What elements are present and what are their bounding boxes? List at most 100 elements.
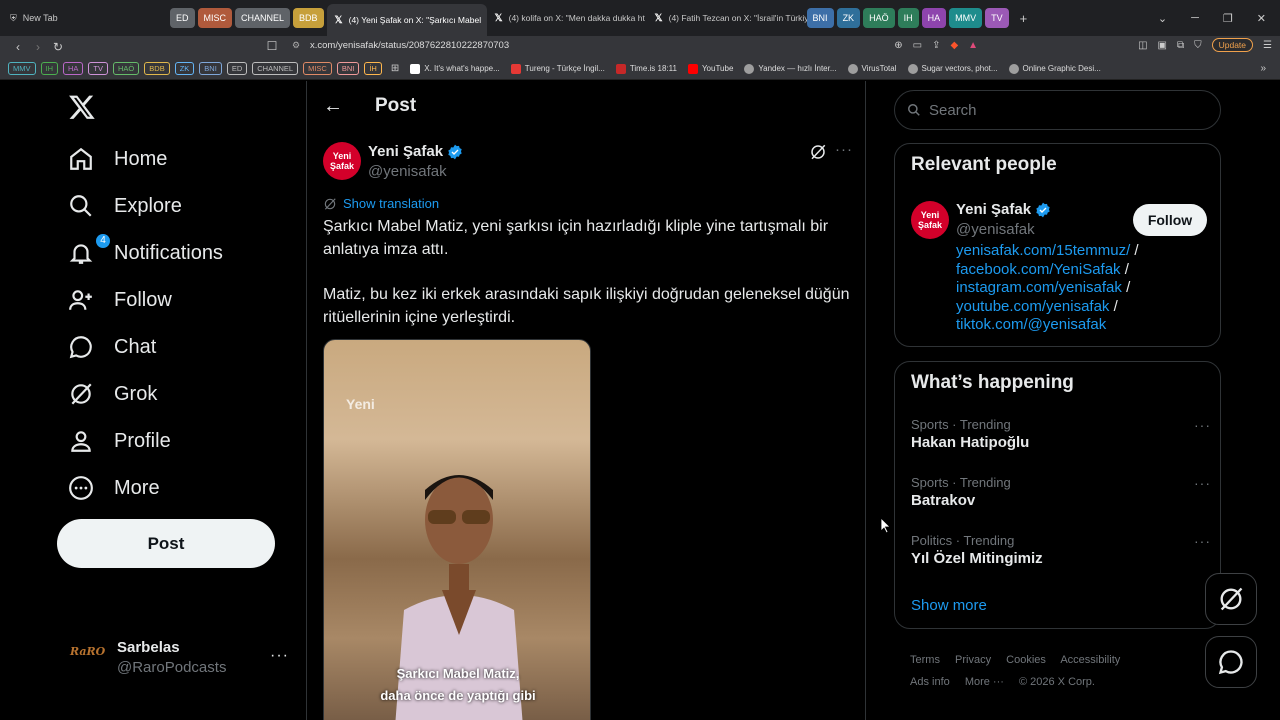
bookmark-item[interactable]: Sugar vectors, phot... [907, 63, 998, 74]
tab-group-mmv[interactable]: MMV [949, 8, 983, 28]
tab[interactable]: 𝕏 (4) Fatih Tezcan on X: "İsrail'in Türk… [647, 4, 807, 32]
x-logo-icon[interactable] [68, 93, 96, 121]
minimize-icon[interactable]: ─ [1191, 12, 1199, 25]
bookmark-group-ih[interactable]: IH [40, 62, 58, 75]
more-dots-icon[interactable]: ··· [835, 141, 853, 158]
footer-link[interactable]: Accessibility [1060, 654, 1120, 666]
footer-link[interactable]: More ··· [965, 676, 1004, 688]
person-handle[interactable]: @yenisafak [956, 221, 1035, 238]
trend-item[interactable]: Politics · Trending Yıl Özel Mitingimiz … [911, 533, 1211, 567]
tab-group-hao[interactable]: HAÖ [863, 8, 895, 28]
brave-shield-icon[interactable]: ◆ [950, 40, 958, 51]
search-box[interactable] [894, 90, 1221, 130]
bookmark-item[interactable]: Time.is 18:11 [615, 63, 677, 74]
tab-group-bni[interactable]: BNI [806, 8, 834, 28]
nav-item-home[interactable]: Home [68, 146, 167, 172]
new-tab[interactable]: ⛨ New Tab [0, 0, 170, 36]
footer-link[interactable]: Ads info [910, 676, 950, 688]
more-dots-icon[interactable]: ··· [1194, 533, 1211, 549]
tab-group-ih[interactable]: IH [897, 8, 919, 28]
person-name-row[interactable]: Yeni Şafak [956, 201, 1051, 218]
author-name-row[interactable]: Yeni Şafak [368, 143, 463, 160]
post-button[interactable]: Post [57, 519, 275, 568]
grok-icon[interactable] [809, 143, 827, 161]
back-arrow-icon[interactable]: ← [323, 95, 343, 118]
bookmark-group-bdb[interactable]: BDB [144, 62, 170, 75]
tab-group-tv[interactable]: TV [985, 8, 1009, 28]
bookmark-item[interactable]: Online Graphic Desi... [1008, 63, 1101, 74]
avatar[interactable]: Yeni Şafak [911, 201, 949, 239]
chevron-right-icon[interactable]: » [1260, 63, 1266, 74]
apps-grid-icon[interactable]: ⊞ [391, 63, 399, 74]
bookmark-item[interactable]: VirusTotal [847, 63, 897, 74]
bookmark-group-bni-2[interactable]: BNI [336, 62, 360, 75]
tab-search-chevron-icon[interactable]: ⌄ [1158, 12, 1167, 25]
new-tab-plus-icon[interactable]: + [1020, 11, 1028, 26]
bookmark-group-ih-2[interactable]: İH [364, 62, 382, 75]
bookmark-group-ha[interactable]: HA [63, 62, 84, 75]
forward-icon[interactable]: › [28, 40, 48, 54]
bio-link[interactable]: yenisafak.com/15temmuz/ [956, 242, 1130, 259]
bookmark-group-tv[interactable]: TV [88, 62, 109, 75]
follow-button[interactable]: Follow [1133, 204, 1207, 236]
more-dots-icon[interactable]: ··· [270, 647, 289, 665]
trend-item[interactable]: Sports · Trending Hakan Hatipoğlu ··· [911, 417, 1211, 451]
search-input[interactable] [929, 101, 1189, 119]
more-dots-icon[interactable]: ··· [1194, 475, 1211, 491]
bio-link[interactable]: instagram.com/yenisafak [956, 279, 1122, 296]
bio-link[interactable]: facebook.com/YeniSafak [956, 261, 1121, 278]
bookmark-group-channel[interactable]: CHANNEL [252, 62, 299, 75]
bookmark-icon[interactable]: ☐ [262, 39, 282, 53]
site-info-icon[interactable]: ⚙ [292, 40, 300, 51]
author-handle[interactable]: @yenisafak [368, 163, 447, 180]
update-button[interactable]: Update [1211, 38, 1254, 52]
extensions-icon[interactable]: ⧉ [1177, 40, 1184, 51]
bio-link[interactable]: tiktok.com/@yenisafak [956, 316, 1106, 333]
more-dots-icon[interactable]: ··· [1194, 417, 1211, 433]
tab[interactable]: 𝕏 (4) kolifa on X: "Men dakka dukka ht [487, 4, 647, 32]
footer-link[interactable]: Privacy [955, 654, 991, 666]
nav-item-more[interactable]: More [68, 475, 160, 501]
chat-fab-button[interactable] [1205, 636, 1257, 688]
footer-link[interactable]: Terms [910, 654, 940, 666]
brave-rewards-icon[interactable]: ▲ [968, 40, 978, 51]
trend-item[interactable]: Sports · Trending Batrakov ··· [911, 475, 1211, 509]
nav-item-chat[interactable]: Chat [68, 334, 156, 360]
nav-item-profile[interactable]: Profile [68, 428, 171, 454]
grok-fab-button[interactable] [1205, 573, 1257, 625]
tab-group-bdb[interactable]: BDB [293, 8, 324, 28]
share-icon[interactable]: ⇪ [932, 40, 940, 51]
nav-item-notifications[interactable]: 4 Notifications [68, 234, 223, 266]
account-switcher[interactable]: RaRO Sarbelas @RaroPodcasts ··· [70, 637, 290, 681]
author-avatar[interactable]: Yeni Şafak [323, 142, 361, 180]
tab-group-ha[interactable]: HA [921, 8, 947, 28]
bookmark-group-mmv[interactable]: MMV [8, 62, 36, 75]
bookmark-group-zk[interactable]: ZK [174, 62, 195, 75]
url-field[interactable]: x.com/yenisafak/status/20876228102228707… [310, 40, 509, 51]
bookmark-group-bni[interactable]: BNI [199, 62, 222, 75]
nav-item-explore[interactable]: Explore [68, 193, 182, 219]
nav-item-grok[interactable]: Grok [68, 381, 157, 407]
bookmark-group-hao[interactable]: HAÖ [113, 62, 140, 75]
reload-icon[interactable]: ↻ [48, 40, 68, 54]
nav-item-follow[interactable]: Follow [68, 287, 172, 313]
tab-group-zk[interactable]: ZK [836, 8, 861, 28]
tab-group-misc[interactable]: MISC [197, 8, 233, 28]
vpn-icon[interactable]: ⛉ [1194, 40, 1202, 51]
post-media-video[interactable]: Yeni Şarkıcı Mabel Matiz, daha önce de y… [323, 339, 591, 720]
cast-icon[interactable]: ▭ [913, 40, 922, 51]
show-more-link[interactable]: Show more [911, 597, 987, 614]
menu-icon[interactable]: ☰ [1263, 40, 1272, 51]
back-icon[interactable]: ‹ [8, 40, 28, 54]
footer-link[interactable]: Cookies [1006, 654, 1046, 666]
bookmark-item[interactable]: X. It's what's happe... [410, 63, 500, 74]
close-window-icon[interactable]: ✕ [1257, 12, 1266, 25]
wallet-icon[interactable]: ▣ [1158, 40, 1167, 51]
bookmark-group-ed[interactable]: ED [226, 62, 248, 75]
restore-icon[interactable]: ❐ [1223, 12, 1233, 25]
tab-active[interactable]: 𝕏 (4) Yeni Şafak on X: "Şarkıcı Mabel ✕ [326, 4, 487, 36]
bio-link[interactable]: youtube.com/yenisafak [956, 298, 1109, 315]
zoom-icon[interactable]: ⊕ [894, 40, 902, 51]
bookmark-item[interactable]: Yandex — hızlı İnter... [744, 63, 837, 74]
tab-group-channel[interactable]: CHANNEL [235, 8, 291, 28]
